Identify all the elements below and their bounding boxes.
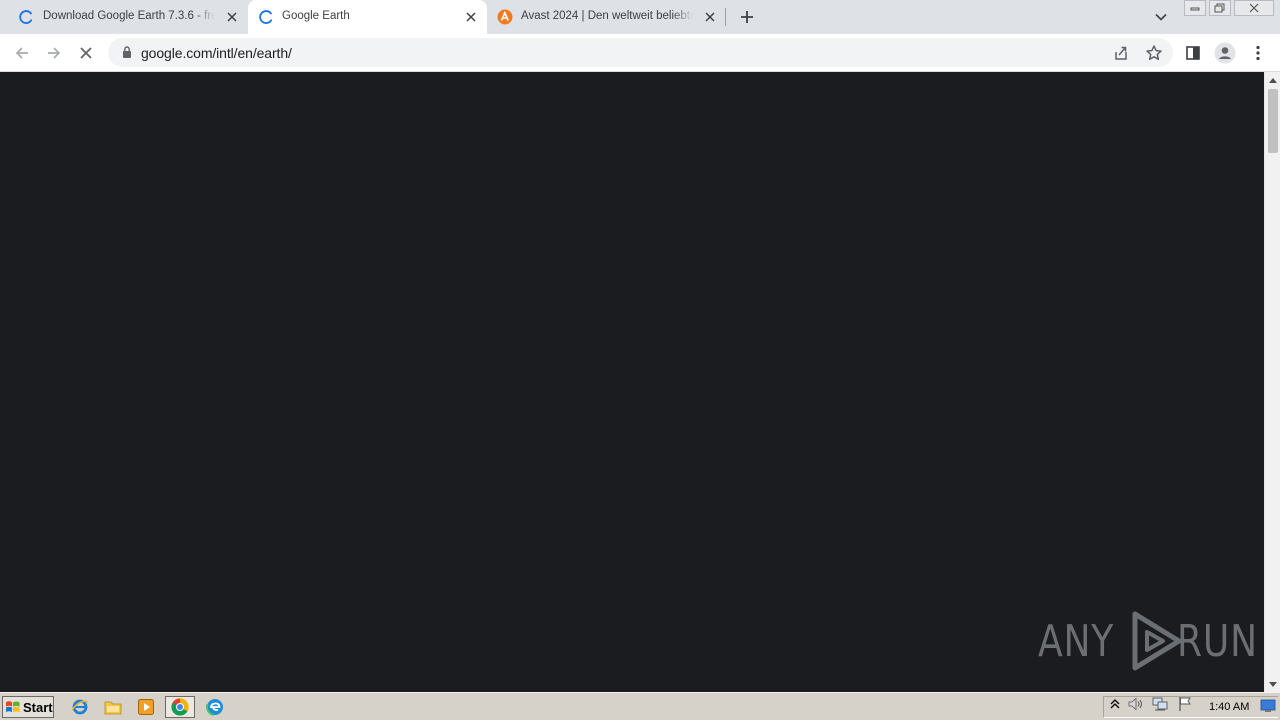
tab-search-button[interactable]	[1150, 6, 1172, 28]
more-vertical-icon	[1256, 45, 1260, 61]
edge-icon	[206, 698, 224, 716]
chevron-down-icon	[1155, 13, 1167, 21]
minimize-icon	[1190, 7, 1200, 11]
taskbar-clock[interactable]: 1:40 AM	[1209, 701, 1249, 713]
flag-icon	[1179, 697, 1191, 711]
start-button[interactable]: Start	[2, 696, 54, 718]
show-hidden-icons-button[interactable]	[1107, 696, 1123, 712]
vertical-scrollbar[interactable]	[1264, 72, 1280, 692]
scroll-up-button[interactable]	[1265, 72, 1280, 88]
folder-icon	[104, 701, 122, 715]
triangle-down-icon	[1269, 681, 1277, 687]
bookmark-star-icon[interactable]	[1145, 44, 1163, 62]
tab-close-icon[interactable]	[702, 9, 718, 25]
side-panel-button[interactable]	[1181, 41, 1205, 65]
tab-title: Download Google Earth 7.3.6 - free	[43, 10, 215, 22]
url-text[interactable]: google.com/intl/en/earth/	[141, 45, 292, 61]
watermark-text-left: ANY	[1038, 615, 1115, 667]
avatar-icon	[1214, 42, 1236, 64]
chrome-menu-button[interactable]	[1246, 41, 1270, 65]
new-tab-button[interactable]	[735, 5, 759, 29]
watermark-text-right: RUN	[1176, 615, 1258, 667]
edge-taskbar-button[interactable]	[204, 697, 226, 717]
browser-toolbar: google.com/intl/en/earth/	[0, 34, 1280, 72]
action-center-tray-button[interactable]	[1177, 696, 1193, 712]
loading-spinner-icon	[259, 10, 273, 24]
tab-title: Google Earth	[282, 10, 350, 22]
tab-close-icon[interactable]	[463, 9, 479, 25]
file-explorer-taskbar-button[interactable]	[102, 697, 124, 717]
side-panel-icon	[1186, 46, 1200, 60]
scroll-down-button[interactable]	[1265, 676, 1280, 692]
windows-taskbar: Start 1:40 AM	[0, 692, 1280, 720]
tab-title: Avast 2024 | Den weltweit beliebtesten	[521, 10, 693, 22]
tab-close-icon[interactable]	[224, 9, 240, 25]
anyrun-watermark: ANY RUN	[1038, 610, 1276, 672]
restore-button[interactable]	[1209, 0, 1231, 16]
share-icon[interactable]	[1112, 44, 1130, 62]
forward-button[interactable]	[42, 41, 66, 65]
chrome-taskbar-button[interactable]	[165, 696, 195, 718]
chevron-up-icon	[1110, 699, 1120, 709]
close-window-button[interactable]	[1234, 0, 1274, 16]
windows-flag-icon	[6, 701, 20, 713]
chrome-icon	[171, 698, 189, 716]
tab-google-earth[interactable]: Google Earth	[248, 0, 487, 34]
page-content	[0, 72, 1264, 692]
tab-separator	[725, 8, 726, 26]
start-label: Start	[23, 699, 53, 715]
back-button[interactable]	[10, 41, 34, 65]
minimize-button[interactable]	[1184, 0, 1206, 16]
restore-icon	[1214, 3, 1225, 13]
address-bar[interactable]: google.com/intl/en/earth/	[108, 38, 1173, 67]
tab-strip: Download Google Earth 7.3.6 - free Googl…	[0, 0, 1280, 34]
internet-explorer-icon	[71, 699, 89, 715]
arrow-right-icon	[48, 47, 61, 59]
media-player-taskbar-button[interactable]	[135, 697, 157, 717]
show-desktop-icon	[1260, 699, 1276, 712]
profile-button[interactable]	[1213, 41, 1237, 65]
triangle-up-icon	[1269, 77, 1277, 83]
close-icon	[1249, 3, 1259, 13]
avast-logo-icon	[497, 9, 513, 25]
arrow-left-icon	[15, 47, 28, 59]
media-player-icon	[138, 699, 154, 715]
close-icon	[80, 47, 92, 59]
speaker-icon	[1128, 697, 1142, 711]
plus-icon	[741, 11, 753, 23]
internet-explorer-taskbar-button[interactable]	[69, 697, 91, 717]
lock-icon[interactable]	[120, 45, 134, 59]
loading-spinner-icon	[19, 10, 33, 24]
scrollbar-thumb[interactable]	[1268, 89, 1278, 153]
tab-download-google-earth[interactable]: Download Google Earth 7.3.6 - free	[0, 0, 248, 34]
network-icon	[1152, 697, 1168, 711]
show-desktop-button[interactable]	[1260, 698, 1276, 714]
network-tray-button[interactable]	[1152, 696, 1168, 712]
stop-loading-button[interactable]	[74, 41, 98, 65]
tab-avast[interactable]: Avast 2024 | Den weltweit beliebtesten	[487, 0, 726, 34]
volume-tray-button[interactable]	[1128, 696, 1144, 712]
